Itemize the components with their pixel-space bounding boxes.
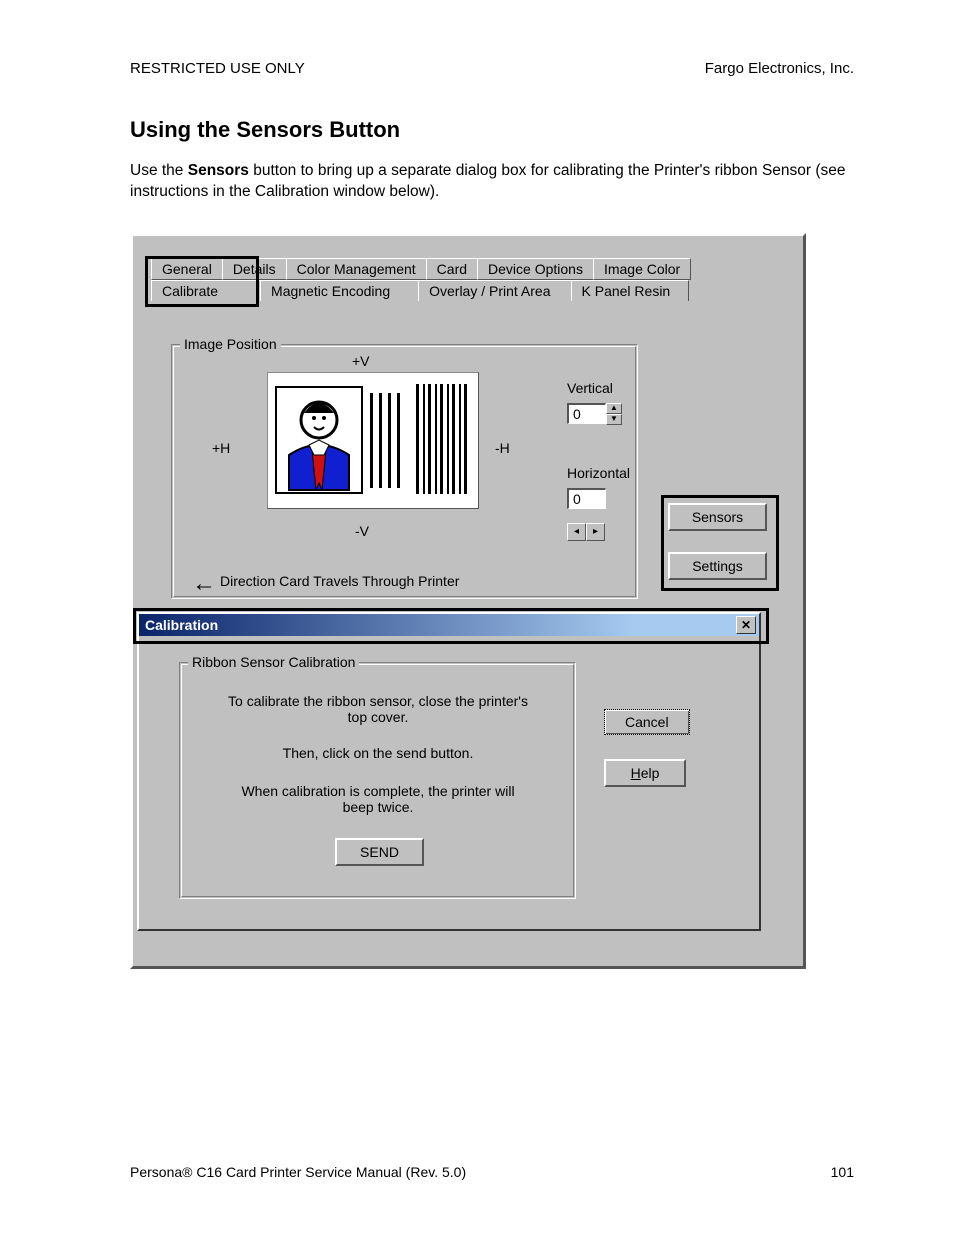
- tab-overlay-print-area[interactable]: Overlay / Print Area: [418, 280, 571, 301]
- scroll-left-icon[interactable]: ◂: [567, 523, 586, 541]
- footer-left: Persona® C16 Card Printer Service Manual…: [130, 1164, 466, 1180]
- tab-details[interactable]: Details: [222, 258, 287, 280]
- arrow-left-icon: ←: [192, 570, 216, 598]
- tab-magnetic-encoding[interactable]: Magnetic Encoding: [260, 280, 419, 301]
- calibration-dialog: Calibration ✕ Ribbon Sensor Calibration …: [137, 612, 761, 931]
- horizontal-scroll[interactable]: ◂ ▸: [567, 523, 605, 541]
- section-title: Using the Sensors Button: [130, 117, 854, 143]
- tab-row-1: General Details Color Management Card De…: [151, 258, 793, 280]
- tab-image-color[interactable]: Image Color: [593, 258, 691, 280]
- tab-device-options[interactable]: Device Options: [477, 258, 594, 280]
- section-body: Use the Sensors button to bring up a sep…: [130, 161, 854, 203]
- minus-h-label: -H: [495, 440, 510, 456]
- header-right: Fargo Electronics, Inc.: [705, 60, 854, 77]
- footer-pre: Persona: [130, 1164, 182, 1180]
- calib-line2: Then, click on the send button.: [228, 745, 528, 761]
- image-position-legend: Image Position: [180, 336, 281, 352]
- plus-h-label: +H: [212, 440, 230, 456]
- send-button[interactable]: SEND: [335, 838, 424, 866]
- vertical-input[interactable]: [567, 403, 606, 424]
- tab-general[interactable]: General: [151, 258, 223, 280]
- cancel-button[interactable]: Cancel: [604, 709, 690, 735]
- printer-properties-dialog: General Details Color Management Card De…: [130, 233, 806, 969]
- minus-v-label: -V: [355, 523, 369, 539]
- ribbon-sensor-legend: Ribbon Sensor Calibration: [188, 654, 359, 670]
- tab-calibrate[interactable]: Calibrate: [151, 280, 261, 301]
- body-bold: Sensors: [188, 162, 249, 179]
- page-number: 101: [831, 1164, 854, 1180]
- horizontal-label: Horizontal: [567, 465, 630, 481]
- settings-button[interactable]: Settings: [668, 552, 767, 580]
- vertical-spinner[interactable]: ▲ ▼: [606, 403, 622, 425]
- direction-label: Direction Card Travels Through Printer: [220, 573, 459, 589]
- card-preview: [267, 372, 479, 509]
- tab-card[interactable]: Card: [426, 258, 478, 280]
- footer-post: C16 Card Printer Service Manual (Rev. 5.…: [192, 1164, 466, 1180]
- vertical-label: Vertical: [567, 380, 613, 396]
- tab-k-panel-resin[interactable]: K Panel Resin: [571, 280, 690, 301]
- tab-row-2: Calibrate Magnetic Encoding Overlay / Pr…: [151, 280, 793, 301]
- card-portrait-icon: [274, 385, 364, 495]
- body-pre: Use the: [130, 162, 188, 179]
- calibration-title-text: Calibration: [145, 617, 218, 633]
- close-icon[interactable]: ✕: [736, 616, 756, 634]
- vertical-up-icon[interactable]: ▲: [606, 403, 622, 414]
- vertical-down-icon[interactable]: ▼: [606, 414, 622, 425]
- horizontal-input[interactable]: [567, 488, 606, 509]
- ribbon-sensor-group: Ribbon Sensor Calibration To calibrate t…: [179, 662, 576, 899]
- help-rest: elp: [641, 765, 660, 781]
- help-underline: H: [631, 765, 641, 781]
- help-button[interactable]: Help: [604, 759, 686, 787]
- footer-sym: ®: [182, 1164, 192, 1180]
- image-position-group: Image Position +V +H -H -V: [171, 344, 638, 599]
- header-left: RESTRICTED USE ONLY: [130, 60, 305, 77]
- scroll-right-icon[interactable]: ▸: [586, 523, 605, 541]
- calibration-titlebar: Calibration ✕: [139, 614, 759, 636]
- sensors-button[interactable]: Sensors: [668, 503, 767, 531]
- calib-line3: When calibration is complete, the printe…: [228, 783, 528, 815]
- calib-line1: To calibrate the ribbon sensor, close th…: [228, 693, 528, 725]
- tab-color-management[interactable]: Color Management: [286, 258, 427, 280]
- barcode-icon: [416, 384, 471, 497]
- plus-v-label: +V: [352, 353, 370, 369]
